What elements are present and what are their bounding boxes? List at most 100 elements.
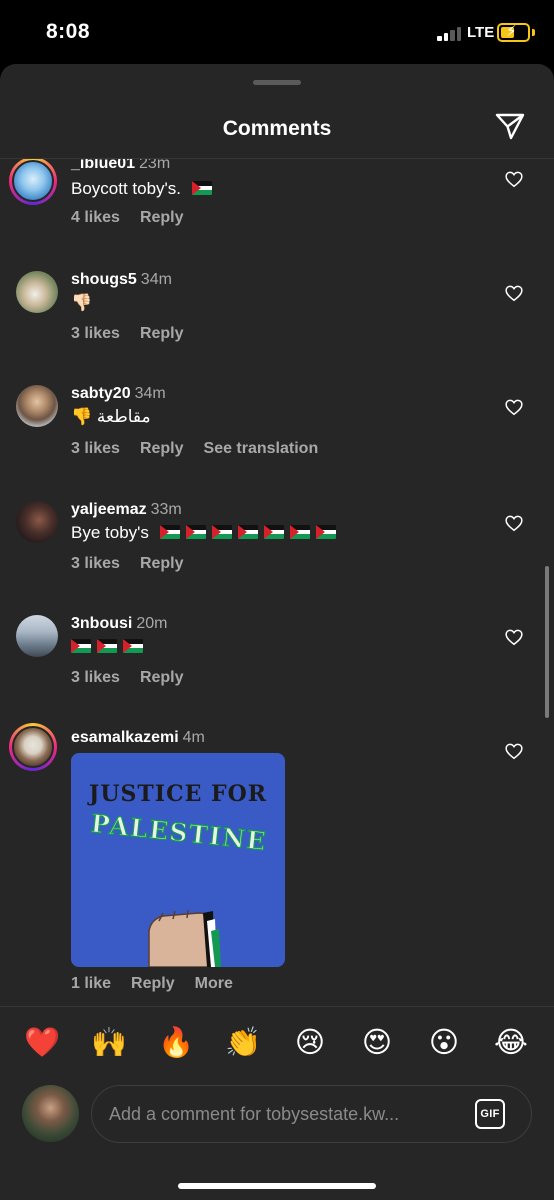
network-label: LTE <box>467 24 495 41</box>
home-indicator[interactable] <box>178 1183 376 1189</box>
comment-time: 20m <box>136 615 168 632</box>
paper-plane-icon[interactable] <box>494 110 526 142</box>
comment-text: Bye toby's <box>71 523 342 543</box>
heart-icon[interactable] <box>505 171 523 188</box>
quick-reactions-bar: ❤️ 🙌 🔥 👏 😢 😍 😮 😂 <box>0 1006 554 1082</box>
clapping-emoji-button[interactable]: 👏 <box>223 1025 263 1061</box>
comment-text <box>71 637 149 657</box>
comment-text: 👎 مقاطعة <box>71 407 151 426</box>
likes-count[interactable]: 1 like <box>71 975 111 992</box>
comments-scrollbar[interactable] <box>545 566 549 718</box>
avatar[interactable] <box>16 501 58 543</box>
palestine-flag-icon <box>97 639 117 653</box>
avatar[interactable] <box>9 723 57 771</box>
palestine-flag-icon <box>191 181 212 195</box>
see-translation-button[interactable]: See translation <box>204 440 319 457</box>
palestine-flag-icon <box>185 525 206 539</box>
laughing-emoji-button[interactable]: 😂 <box>491 1025 531 1061</box>
gif-text-line-1: JUSTICE FOR <box>87 781 267 807</box>
reply-button[interactable]: Reply <box>140 209 184 226</box>
palestine-flag-icon <box>211 525 232 539</box>
reply-button[interactable]: Reply <box>140 669 184 686</box>
heart-icon[interactable] <box>505 515 523 532</box>
comment-time: 34m <box>134 385 166 402</box>
comment-time: 33m <box>150 501 182 518</box>
more-button[interactable]: More <box>195 975 233 992</box>
heart-icon[interactable] <box>505 285 523 302</box>
fire-emoji-button[interactable]: 🔥 <box>156 1025 196 1061</box>
heart-icon[interactable] <box>505 743 523 760</box>
raised-hands-emoji-button[interactable]: 🙌 <box>89 1025 129 1061</box>
status-time: 8:08 <box>46 20 91 43</box>
palestine-flag-icon <box>123 639 143 653</box>
comment-time: 34m <box>140 271 172 288</box>
comments-list[interactable]: _iblue01 23m Boycott toby's. 4 likes Reply… <box>0 159 554 1007</box>
surprised-emoji-button[interactable]: 😮 <box>424 1025 464 1061</box>
avatar[interactable] <box>16 615 58 657</box>
avatar[interactable] <box>9 159 57 205</box>
comment-item: esamalkazemi 4m JUSTICE FOR PALESTINE 1 l… <box>0 723 554 999</box>
my-avatar[interactable] <box>22 1085 79 1142</box>
comment-header: _iblue01 23m <box>71 159 170 173</box>
heart-eyes-emoji-button[interactable]: 😍 <box>357 1025 397 1061</box>
heart-icon[interactable] <box>505 629 523 646</box>
comment-text-body: Bye toby's <box>71 523 149 542</box>
comment-actions: 1 like Reply More <box>71 975 253 993</box>
justice-for-palestine-gif: JUSTICE FOR PALESTINE <box>87 781 269 967</box>
gif-attachment[interactable]: JUSTICE FOR PALESTINE <box>71 753 285 967</box>
comment-actions: 3 likes Reply <box>71 325 204 343</box>
comment-header: yaljeemaz 33m <box>71 501 182 519</box>
username[interactable]: _iblue01 <box>71 159 135 172</box>
likes-count[interactable]: 3 likes <box>71 555 120 572</box>
comment-item: _iblue01 23m Boycott toby's. 4 likes Reply <box>0 159 554 247</box>
charging-bolt-icon: ⚡ <box>506 23 517 40</box>
comment-item: yaljeemaz 33m Bye toby's 3 likes Reply <box>0 501 554 591</box>
heart-emoji-button[interactable]: ❤️ <box>22 1025 62 1061</box>
comment-input[interactable] <box>91 1085 532 1143</box>
gif-button[interactable]: GIF <box>475 1099 505 1129</box>
palestine-flag-icon <box>159 525 180 539</box>
username[interactable]: esamalkazemi <box>71 729 179 746</box>
reply-button[interactable]: Reply <box>140 555 184 572</box>
avatar[interactable] <box>16 385 58 427</box>
palestine-flag-icon <box>315 525 336 539</box>
palestine-flag-icon <box>289 525 310 539</box>
comment-actions: 3 likes Reply <box>71 555 204 573</box>
sheet-grabber-handle[interactable] <box>253 80 301 85</box>
username[interactable]: shougs5 <box>71 271 137 288</box>
likes-count[interactable]: 4 likes <box>71 209 120 226</box>
comment-header: esamalkazemi 4m <box>71 729 205 747</box>
avatar[interactable] <box>16 271 58 313</box>
flag-group <box>71 637 149 656</box>
likes-count[interactable]: 3 likes <box>71 440 120 457</box>
battery-cap <box>532 29 535 36</box>
status-bar: 8:08 LTE ⚡ <box>0 0 554 64</box>
comment-text: Boycott toby's. <box>71 179 218 199</box>
palestine-flag-icon <box>263 525 284 539</box>
heart-icon[interactable] <box>505 399 523 416</box>
likes-count[interactable]: 3 likes <box>71 325 120 342</box>
comment-item: sabty20 34m 👎 مقاطعة 3 likes Reply See tran… <box>0 385 554 475</box>
comment-text: 👎🏻 <box>71 293 93 312</box>
username[interactable]: 3nbousi <box>71 615 132 632</box>
likes-count[interactable]: 3 likes <box>71 669 120 686</box>
comment-composer: GIF <box>0 1082 554 1143</box>
comments-sheet: Comments _iblue01 23m Boycott toby's. 4 l… <box>0 64 554 1200</box>
flag-group <box>159 523 342 542</box>
comment-time: 23m <box>139 159 171 172</box>
reply-button[interactable]: Reply <box>140 440 184 457</box>
gif-text-line-2: PALESTINE <box>89 809 268 856</box>
palestine-flag-icon <box>237 525 258 539</box>
cellular-signal-icon <box>437 26 463 41</box>
comment-actions: 3 likes Reply <box>71 669 204 687</box>
comment-time: 4m <box>182 729 205 746</box>
reply-button[interactable]: Reply <box>140 325 184 342</box>
username[interactable]: yaljeemaz <box>71 501 147 518</box>
crying-emoji-button[interactable]: 😢 <box>290 1025 330 1061</box>
reply-button[interactable]: Reply <box>131 975 175 992</box>
comment-header: shougs5 34m <box>71 271 172 289</box>
comment-header: 3nbousi 20m <box>71 615 167 633</box>
comment-header: sabty20 34m <box>71 385 166 403</box>
comment-actions: 3 likes Reply See translation <box>71 440 338 458</box>
username[interactable]: sabty20 <box>71 385 131 402</box>
